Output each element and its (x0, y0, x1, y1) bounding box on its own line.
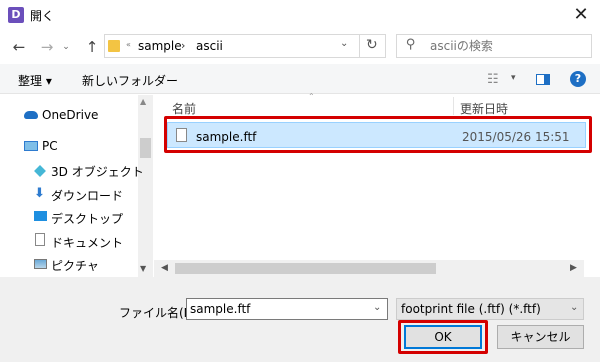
breadcrumb-ascii[interactable]: ascii (196, 39, 223, 53)
scrollbar-thumb[interactable] (140, 138, 151, 158)
search-input[interactable] (430, 37, 580, 55)
navigation-scrollbar[interactable] (138, 95, 153, 277)
sidebar-item-onedrive[interactable]: OneDrive (42, 108, 98, 130)
cancel-button[interactable]: キャンセル (497, 325, 584, 349)
desktop-icon (34, 211, 47, 221)
forward-button[interactable]: → (38, 37, 56, 57)
scroll-up-icon[interactable]: ▲ (140, 97, 146, 106)
view-options-icon[interactable]: ☷ (487, 72, 499, 87)
refresh-icon[interactable]: ↻ (366, 37, 378, 53)
sidebar-item-3d-objects[interactable]: 3D オブジェクト (51, 163, 144, 185)
preview-pane-icon[interactable] (536, 74, 550, 85)
up-folder-button[interactable]: ↑ (83, 37, 101, 57)
download-icon: ⬇ (34, 186, 45, 201)
column-divider[interactable] (453, 97, 454, 115)
scroll-right-icon[interactable]: ▶ (570, 263, 577, 273)
filetype-value[interactable]: footprint file (.ftf) (*.ftf) (401, 302, 541, 316)
folder-icon (108, 40, 120, 52)
recent-locations-button[interactable]: ⌄ (60, 37, 72, 57)
app-icon: D (8, 7, 24, 23)
help-icon[interactable]: ? (570, 71, 586, 87)
computer-icon (24, 141, 38, 151)
sidebar-item-downloads[interactable]: ダウンロード (51, 187, 123, 209)
cloud-icon (24, 111, 38, 119)
search-icon: ⚲ (406, 37, 416, 52)
filename-input[interactable] (190, 301, 365, 317)
sidebar-item-pc[interactable]: PC (42, 139, 58, 161)
window-title: 開く (30, 9, 55, 23)
scroll-down-icon[interactable]: ▼ (140, 264, 146, 273)
title-bar (0, 0, 600, 30)
filename-dropdown-icon[interactable]: ⌄ (373, 302, 381, 313)
new-folder-button[interactable]: 新しいフォルダー (82, 72, 178, 89)
sidebar-item-pictures[interactable]: ピクチャ (51, 257, 99, 279)
filetype-dropdown-icon[interactable]: ⌄ (570, 302, 578, 313)
document-icon (35, 233, 45, 246)
sort-ascending-icon: ⌃ (308, 92, 315, 101)
sidebar-item-desktop[interactable]: デスクトップ (51, 210, 123, 232)
horizontal-scrollbar-thumb[interactable] (175, 263, 436, 274)
breadcrumb-sample[interactable]: sample (138, 39, 182, 53)
sidebar-item-documents[interactable]: ドキュメント (51, 234, 123, 256)
breadcrumb-overflow-icon[interactable]: « (126, 40, 131, 49)
annotation-highlight-file (164, 116, 592, 153)
scroll-left-icon[interactable]: ◀ (161, 263, 168, 273)
column-header-name[interactable]: 名前 (172, 100, 196, 117)
organize-button[interactable]: 整理 ▾ (18, 72, 52, 89)
close-button[interactable]: ✕ (568, 3, 594, 27)
annotation-highlight-ok (398, 320, 488, 354)
view-dropdown-icon[interactable]: ▾ (511, 73, 516, 83)
chevron-down-icon[interactable]: ⌄ (340, 38, 348, 49)
picture-icon (34, 259, 47, 269)
breadcrumb-separator-icon[interactable]: › (181, 39, 185, 52)
column-header-date-modified[interactable]: 更新日時 (460, 100, 508, 117)
back-button[interactable]: ← (10, 37, 28, 57)
